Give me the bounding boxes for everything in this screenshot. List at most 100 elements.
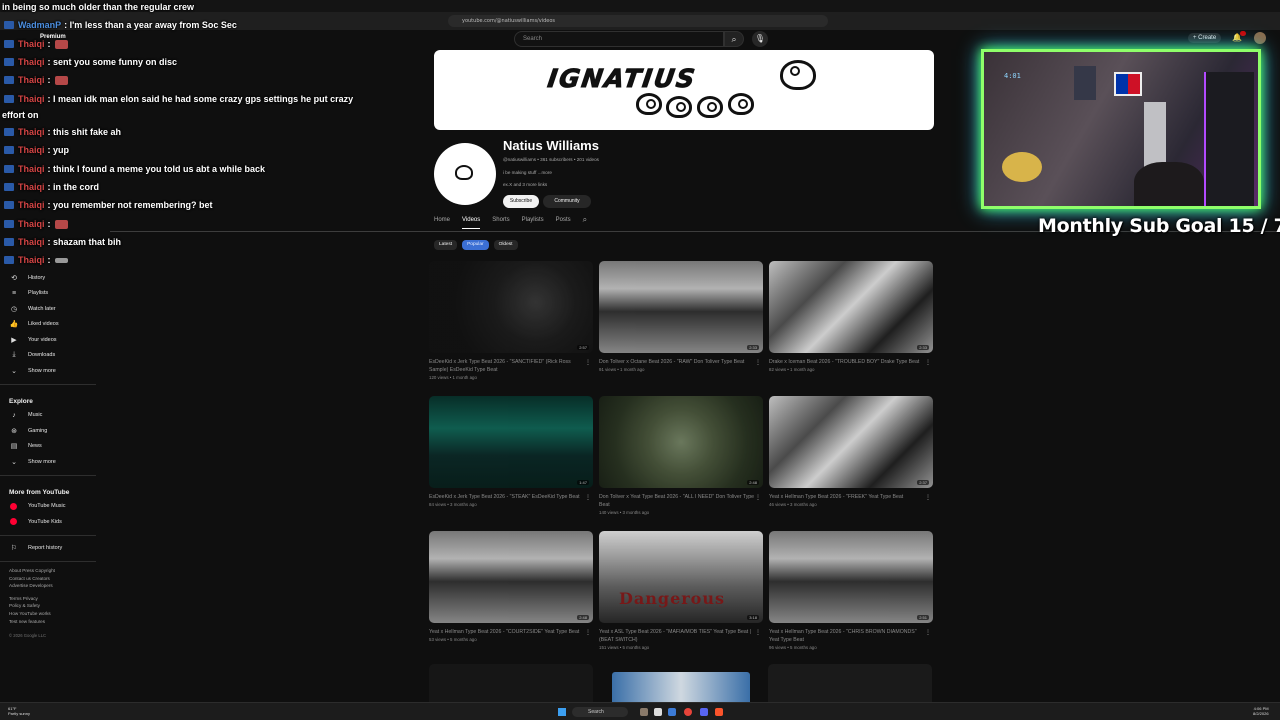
video-thumbnail[interactable]: 2:37: [769, 396, 933, 488]
taskbar-app-icon[interactable]: [654, 708, 662, 716]
video-duration: 2:57: [577, 345, 589, 350]
avatar[interactable]: [1254, 32, 1266, 44]
sidebar-item-label: Watch later: [28, 305, 56, 312]
sidebar-item-music[interactable]: ♪ Music: [0, 408, 110, 424]
video-thumbnail[interactable]: 2:33: [599, 261, 763, 353]
video-thumbnail[interactable]: 2:57: [429, 261, 593, 353]
sidebar-item-your-videos[interactable]: ▶ Your videos: [0, 332, 110, 348]
video-title[interactable]: EsDeeKid x Jerk Type Beat 2026 - "STEAK"…: [429, 493, 587, 501]
video-thumbnail[interactable]: 2:48: [599, 396, 763, 488]
video-thumbnail[interactable]: 2:33: [769, 261, 933, 353]
sidebar-item-liked-videos[interactable]: 👍 Liked videos: [0, 317, 110, 333]
video-thumbnail[interactable]: 2:51: [769, 531, 933, 623]
more-options-icon[interactable]: ⋮: [585, 359, 591, 366]
windows-start-icon[interactable]: [558, 708, 566, 716]
sidebar-item-report-history[interactable]: ⚐ Report history: [0, 541, 110, 557]
video-title[interactable]: Yeat x ASL Type Beat 2026 - "MAFIA/MOB T…: [599, 628, 757, 644]
footer-link[interactable]: Policy & Safety: [9, 602, 110, 610]
video-thumbnail[interactable]: Dangerous 3:18: [599, 531, 763, 623]
taskbar-app-icon[interactable]: [715, 708, 723, 716]
sidebar-item-youtube-music[interactable]: YouTube Music: [0, 499, 110, 515]
more-options-icon[interactable]: ⋮: [585, 494, 591, 501]
video-card[interactable]: 2:48 Yeat x Hellman Type Beat 2026 - "COU…: [429, 531, 593, 642]
footer-link[interactable]: How YouTube works: [9, 610, 110, 618]
taskbar-app-icon[interactable]: [668, 708, 676, 716]
video-title[interactable]: EsDeeKid x Jerk Type Beat 2026 - "SANCTI…: [429, 358, 587, 374]
video-card[interactable]: 2:37 Yeat x Hellman Type Beat 2026 - "FRE…: [769, 396, 933, 507]
taskbar-app-icon[interactable]: [684, 708, 692, 716]
sidebar-item-playlists[interactable]: ≡ Playlists: [0, 286, 110, 302]
video-thumbnail[interactable]: 2:48: [429, 531, 593, 623]
sidebar-item-history[interactable]: ⟲ History: [0, 270, 110, 286]
channel-search-icon[interactable]: ⌕: [583, 215, 587, 227]
footer-link[interactable]: Test new features: [9, 618, 110, 626]
weather-widget[interactable]: 61°F Partly sunny: [8, 706, 30, 716]
video-title[interactable]: Drake x Iceman Beat 2026 - "TROUBLED BOY…: [769, 358, 927, 366]
video-card[interactable]: 1:47 EsDeeKid x Jerk Type Beat 2026 - "ST…: [429, 396, 593, 507]
your-videos-icon: ▶: [11, 336, 17, 344]
video-thumbnail[interactable]: 1:47: [429, 396, 593, 488]
thumbs-up-icon: 👍: [9, 321, 19, 329]
video-card[interactable]: 2:51 Yeat x Hellman Type Beat 2026 - "CHR…: [769, 531, 933, 650]
video-thumbnail-partial[interactable]: [612, 672, 750, 702]
sidebar-item-downloads[interactable]: ⤓ Downloads: [0, 348, 110, 364]
sidebar-item-show-more[interactable]: ⌄ Show more: [0, 454, 110, 470]
footer-link[interactable]: Terms Privacy: [9, 595, 110, 603]
video-meta: 82 views • 1 month ago: [769, 367, 815, 372]
video-thumbnail-partial[interactable]: [429, 664, 593, 702]
more-options-icon[interactable]: ⋮: [585, 629, 591, 636]
channel-description[interactable]: i be making stuff ...more: [503, 170, 552, 175]
voice-search-button[interactable]: 🎙: [752, 31, 768, 47]
sidebar-item-label: YouTube Kids: [28, 518, 62, 525]
tab-home[interactable]: Home: [434, 217, 450, 229]
community-button[interactable]: Community: [543, 195, 591, 208]
more-options-icon[interactable]: ⋮: [755, 359, 761, 366]
address-bar[interactable]: youtube.com/@natiuswilliams/videos: [448, 15, 828, 27]
taskbar-app-icon[interactable]: [640, 708, 648, 716]
video-title[interactable]: Yeat x Hellman Type Beat 2026 - "CHRIS B…: [769, 628, 927, 644]
video-card[interactable]: 2:48 Don Toliver x Yeat Type Beat 2026 - …: [599, 396, 763, 515]
sidebar-item-news[interactable]: ▤ News: [0, 439, 110, 455]
video-card[interactable]: 2:33 Don Toliver x Octane Beat 2026 - "RA…: [599, 261, 763, 372]
tab-videos[interactable]: Videos: [462, 217, 481, 229]
video-title[interactable]: Yeat x Hellman Type Beat 2026 - "COURT2S…: [429, 628, 587, 636]
tab-shorts[interactable]: Shorts: [492, 217, 509, 229]
video-title[interactable]: Don Toliver x Yeat Type Beat 2026 - "ALL…: [599, 493, 757, 509]
video-card[interactable]: 2:33 Drake x Iceman Beat 2026 - "TROUBLED…: [769, 261, 933, 372]
sidebar-item-watch-later[interactable]: ◷ Watch later: [0, 301, 110, 317]
sidebar-item-label: News: [28, 443, 42, 450]
sidebar-item-show-more[interactable]: ⌄ Show more: [0, 363, 110, 379]
sidebar: ⟲ History ≡ Playlists ◷ Watch later 👍 Liked vid…: [0, 270, 110, 638]
music-icon: ♪: [12, 411, 16, 419]
more-options-icon[interactable]: ⋮: [925, 629, 931, 636]
more-options-icon[interactable]: ⋮: [925, 494, 931, 501]
taskbar-app-icon[interactable]: [700, 708, 708, 716]
video-title[interactable]: Yeat x Hellman Type Beat 2026 - "FREEK" …: [769, 493, 927, 501]
gaming-icon: ⊛: [11, 427, 17, 435]
tab-playlists[interactable]: Playlists: [522, 217, 544, 229]
footer-link[interactable]: Advertise Developers: [9, 582, 110, 590]
chip-latest[interactable]: Latest: [434, 240, 458, 250]
video-card[interactable]: Dangerous 3:18 Yeat x ASL Type Beat 2026 -…: [599, 531, 763, 650]
more-options-icon[interactable]: ⋮: [755, 629, 761, 636]
taskbar-search[interactable]: Search: [572, 707, 628, 717]
more-options-icon[interactable]: ⋮: [755, 494, 761, 501]
more-options-icon[interactable]: ⋮: [925, 359, 931, 366]
subscribe-button[interactable]: Subscribe: [503, 195, 539, 208]
chip-popular[interactable]: Popular: [462, 240, 489, 250]
search-input[interactable]: Search: [514, 31, 724, 47]
video-card[interactable]: 2:57 EsDeeKid x Jerk Type Beat 2026 - "SA…: [429, 261, 593, 380]
chip-oldest[interactable]: Oldest: [493, 240, 518, 250]
sidebar-item-gaming[interactable]: ⊛ Gaming: [0, 423, 110, 439]
video-thumbnail-partial[interactable]: [768, 664, 932, 702]
premium-logo[interactable]: Premium: [40, 34, 66, 40]
chat-message: in being so much older than the regular …: [0, 2, 194, 12]
footer-link[interactable]: About Press Copyright: [9, 567, 110, 575]
channel-links[interactable]: ex.X and 3 more links: [503, 182, 547, 187]
create-button[interactable]: + Create: [1188, 33, 1222, 43]
video-title[interactable]: Don Toliver x Octane Beat 2026 - "RAW" D…: [599, 358, 757, 366]
footer-link[interactable]: Contact us Creators: [9, 575, 110, 583]
tab-posts[interactable]: Posts: [556, 217, 571, 229]
sidebar-item-youtube-kids[interactable]: YouTube Kids: [0, 514, 110, 530]
search-button[interactable]: ⌕: [724, 31, 744, 47]
